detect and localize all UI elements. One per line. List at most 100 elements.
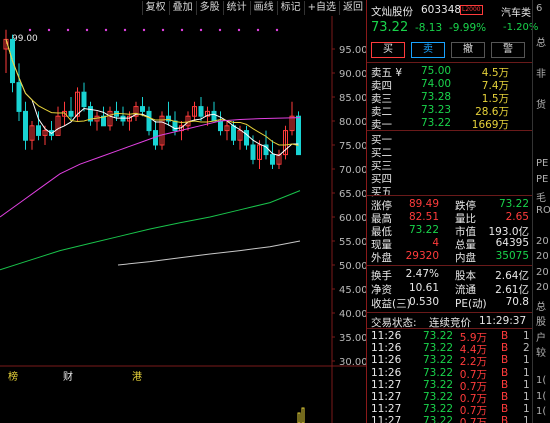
toolbar-item[interactable]: 画线 (249, 1, 277, 15)
tick-price: 73.22 (423, 391, 454, 403)
peak-label: 99.00 (12, 34, 38, 44)
sector-name[interactable]: 汽车类 (501, 4, 531, 19)
tick-price: 73.22 (423, 366, 454, 379)
candle-body (68, 110, 74, 117)
tick-side: B (501, 378, 509, 391)
toolbar-item[interactable]: +自选 (303, 1, 339, 15)
stat-value: 82.51 (408, 211, 439, 223)
buy-button[interactable]: 买 (371, 42, 405, 58)
side-info-item: 6 (536, 3, 543, 14)
tick-time: 11:26 (371, 342, 402, 355)
side-info-item: 20 (536, 282, 549, 293)
tick-time: 11:27 (371, 378, 402, 391)
tick-time: 11:26 (371, 354, 402, 367)
ma120-line (117, 240, 301, 266)
ma60-line (0, 190, 301, 271)
event-dot (123, 28, 127, 32)
quote-panel: 文灿股份 603348 L2000 汽车类 73.22 -8.13 -9.99%… (366, 0, 538, 423)
level2-badge: L2000 (460, 5, 483, 15)
tick-side: B (501, 391, 509, 403)
divider (367, 62, 533, 63)
event-dot (85, 28, 89, 32)
event-marker[interactable]: 港 (132, 371, 142, 383)
stat-value: 73.22 (498, 198, 529, 210)
ma10-line (5, 39, 299, 146)
candle-body (16, 82, 22, 112)
tick-count: 1 (523, 378, 530, 391)
stat-value: 2.65 (505, 211, 529, 223)
side-info-strip: 6 总非货 PE PE 毛 RO 20 20 20 20 总股户较 1(1(1( (532, 0, 550, 423)
stat-value: 64395 (495, 237, 529, 249)
stat-value: 70.8 (505, 296, 529, 308)
toolbar-item[interactable]: 多股 (195, 1, 223, 15)
stat-label: 收益(三) (371, 298, 411, 310)
stat-row: 收益(三) 0.530 PE(动) 70.8 (367, 296, 533, 311)
event-dot (47, 28, 51, 32)
event-marker[interactable]: 榜 (8, 370, 18, 383)
trade-status-time: 11:29:37 (479, 315, 527, 327)
side-info-item: 1( (536, 375, 547, 386)
side-info-item: 20 (536, 251, 549, 262)
event-dot (256, 28, 260, 32)
side-info-item: 较 (536, 348, 546, 359)
toolbar-item[interactable]: 返回 (339, 1, 366, 15)
tick-side: B (501, 415, 509, 423)
side-info-item: 20 (536, 235, 549, 247)
tick-side: B (501, 330, 509, 342)
stat-value: 35075 (495, 250, 529, 262)
tick-side: B (501, 342, 509, 355)
kline-chart[interactable]: 95.00 90.00 85.00 80.00 75.00 70.00 65.00 60.00… (0, 16, 368, 423)
tick-time: 11:27 (371, 415, 402, 423)
cancel-order-button[interactable]: 撤 (451, 42, 485, 58)
divider (367, 195, 533, 196)
price-pct: -9.99% (449, 22, 487, 34)
alert-button[interactable]: 警 (491, 42, 525, 58)
event-marker[interactable]: 财 (63, 370, 73, 383)
y-tick-label: 70.00 (339, 165, 366, 176)
stat-value: 10.61 (408, 282, 439, 294)
side-info-item: 1( (536, 406, 547, 417)
bid-label: 买五 (371, 186, 392, 198)
tick-count: 1 (523, 366, 530, 379)
toolbar-item[interactable]: 叠加 (168, 1, 196, 15)
side-info-item: PE (536, 173, 549, 185)
tick-time: 11:27 (371, 403, 402, 416)
last-price: 73.22 (371, 20, 409, 35)
stat-label: PE(动) (455, 298, 487, 310)
divider (367, 265, 533, 266)
bid-row[interactable]: 买五 (367, 184, 533, 199)
divider (367, 312, 533, 313)
chart-toolbar: 复权 叠加 多股 统计 画线 标记 +自选 返回 (0, 0, 366, 16)
toolbar-item[interactable]: 复权 (141, 1, 169, 15)
candle-body (296, 115, 301, 156)
ask-price: 74.00 (421, 78, 452, 90)
side-info-item: 总 (536, 301, 546, 313)
event-dot (218, 28, 222, 32)
side-info-item: 货 (536, 100, 546, 111)
toolbar-item[interactable]: 标记 (276, 1, 304, 15)
candle-body (146, 110, 152, 132)
side-info-item: 1( (536, 390, 547, 402)
tick-price: 73.22 (423, 354, 454, 367)
tick-price: 73.22 (423, 415, 454, 423)
tick-time: 11:27 (371, 391, 402, 403)
tick-time: 11:26 (371, 330, 402, 342)
event-dot (66, 28, 70, 32)
stock-header: 文灿股份 603348 L2000 汽车类 (367, 4, 533, 19)
toolbar-item[interactable]: 统计 (222, 1, 250, 15)
tick-time: 11:26 (371, 366, 402, 379)
side-info-item: 股 (536, 317, 546, 328)
tick-side: B (501, 366, 509, 379)
tick-count: 1 (523, 391, 530, 403)
tick-side: B (501, 403, 509, 416)
stat-value: 4 (432, 237, 439, 249)
stat-value: 29320 (405, 250, 439, 262)
sell-button[interactable]: 卖 (411, 42, 445, 58)
side-info-item: RO (536, 204, 550, 216)
volume-bar (297, 412, 301, 423)
y-tick-label: 65.00 (339, 189, 366, 200)
side-info-item: 毛 (536, 193, 546, 204)
y-tick-label: 40.00 (339, 309, 366, 320)
stat-value: 2.64亿 (495, 270, 529, 282)
stat-value: 0.530 (408, 296, 439, 308)
